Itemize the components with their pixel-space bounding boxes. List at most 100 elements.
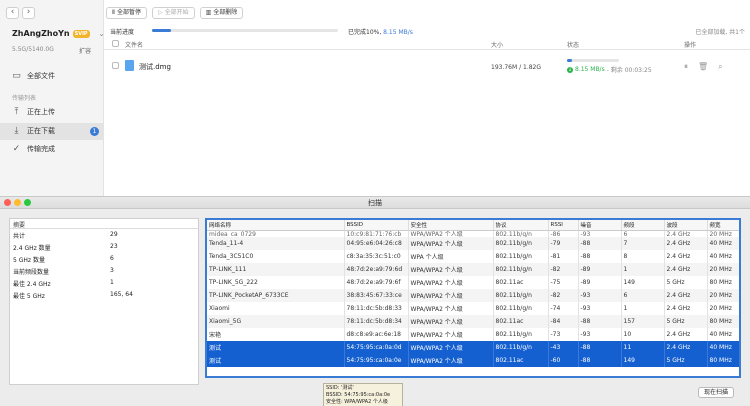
file-row[interactable]: 测试.dmg 193.76M / 1.82G ↓ 8.15 MB/s - 剩余 … — [104, 56, 750, 76]
chevron-down-icon[interactable]: ⌄ — [99, 30, 105, 38]
table-row[interactable]: Xiaomi_5G 78:11:dc:5b:d8:34 WPA/WPA2 个人级 80… — [207, 315, 739, 328]
start-all-label: 全部开始 — [164, 9, 189, 16]
table-cell: -60 — [548, 354, 579, 367]
table-cell: 802.11b/g/n — [493, 302, 549, 315]
summary-label: 最佳 2.4 GHz — [13, 281, 51, 288]
sidebar-item-uploading[interactable]: ⤒ 正在上传 — [12, 106, 56, 117]
progress-label: 当前进度 — [110, 29, 135, 36]
table-cell: 2.4 GHz — [664, 341, 708, 354]
table-cell: -93 — [578, 289, 622, 302]
table-row[interactable]: 测试 54:75:95:ca:0a:0d WPA/WPA2 个人级 802.11b/g… — [207, 341, 739, 354]
file-status: ↓ 8.15 MB/s - 剩余 00:03:25 — [567, 65, 652, 74]
table-cell: WPA/WPA2 个人级 — [408, 328, 494, 341]
column-header[interactable]: 频宽 — [707, 220, 739, 231]
forward-button[interactable]: › — [22, 7, 35, 19]
pause-all-button[interactable]: Ⅱ 全部暂停 — [106, 7, 147, 19]
scanner-titlebar: 扫描 — [0, 197, 750, 209]
table-row[interactable]: Tenda_3C51C0 c8:3a:35:3c:51:c0 WPA 个人级 802.… — [207, 250, 739, 263]
column-header[interactable]: 网络名称 — [207, 220, 345, 231]
nav-buttons: ‹ › — [6, 7, 35, 19]
overall-progress-fill — [152, 29, 171, 32]
summary-label: 最佳 5 GHz — [13, 293, 45, 300]
column-header[interactable]: BSSID — [344, 220, 409, 231]
start-all-button[interactable]: ▷ 全部开始 — [151, 7, 195, 19]
table-cell: WPA/WPA2 个人级 — [408, 315, 494, 328]
trash-icon[interactable]: 🗑 — [698, 62, 708, 72]
table-cell: 802.11b/g/n — [493, 263, 549, 276]
table-row[interactable]: 宋艳 d8:c8:e9:ac:6e:18 WPA/WPA2 个人级 802.11b/g… — [207, 328, 739, 341]
table-cell: -89 — [578, 263, 622, 276]
arrow-down-icon: ↓ — [567, 66, 573, 73]
upload-icon: ⤒ — [14, 106, 19, 117]
table-cell: 802.11b/g/n — [493, 289, 549, 302]
summary-row: 最佳 5 GHz 165, 64 — [10, 289, 198, 301]
table-row[interactable]: midea_ca_0729 10:c9:81:71:76:cb WPA/WPA2 个… — [207, 230, 739, 237]
table-cell: 40 MHz — [707, 328, 739, 341]
table-cell: 802.11ac — [493, 276, 549, 289]
table-cell: 40 MHz — [707, 250, 739, 263]
expand-storage-link[interactable]: 扩容 — [79, 46, 91, 55]
table-cell: WPA/WPA2 个人级 — [408, 302, 494, 315]
table-row[interactable]: Xiaomi 78:11:dc:5b:d8:33 WPA/WPA2 个人级 802.1… — [207, 302, 739, 315]
pause-icon[interactable]: ⏸ — [684, 62, 688, 72]
table-row[interactable]: TP-LINK_111 48:7d:2e:a9:79:6d WPA/WPA2 个人级… — [207, 263, 739, 276]
back-button[interactable]: ‹ — [6, 7, 19, 19]
rescan-button[interactable]: 现在扫描 — [698, 387, 735, 398]
table-cell: 40 MHz — [707, 341, 739, 354]
network-table[interactable]: 网络名称 BSSID 安全性 协议 RSSI 噪音 频段 波段 频宽 midea_ca_0729… — [205, 218, 741, 378]
user-account[interactable]: ZhAngZhoYn SVIP ⌄ — [12, 29, 104, 38]
table-cell: WPA/WPA2 个人级 — [408, 354, 494, 367]
file-checkbox[interactable] — [112, 62, 119, 69]
table-cell: WPA/WPA2 个人级 — [408, 341, 494, 354]
table-cell: -84 — [548, 315, 579, 328]
load-status: 已全部加载, 共1个 — [695, 29, 745, 36]
summary-header: 摘要 — [10, 219, 198, 229]
table-cell: 10 — [621, 328, 665, 341]
sidebar-item-all-files[interactable]: ▭ 全部文件 — [12, 71, 55, 81]
column-header[interactable]: 协议 — [493, 220, 549, 231]
file-actions: ⏸ 🗑 ⌕ — [684, 62, 723, 72]
summary-label: 2.4 GHz 数量 — [13, 245, 51, 252]
column-header[interactable]: 频段 — [621, 220, 665, 231]
table-cell: 测试 — [207, 354, 345, 367]
summary-row: 2.4 GHz 数量 23 — [10, 241, 198, 253]
table-cell: 38:83:45:67:33:ce — [344, 289, 409, 302]
table-row[interactable]: Tenda_11-4 04:95:e6:04:26:c8 WPA/WPA2 个人级 8… — [207, 237, 739, 250]
table-cell: 80 MHz — [707, 315, 739, 328]
column-header[interactable]: 波段 — [664, 220, 708, 231]
table-cell: 5 GHz — [664, 354, 708, 367]
table-cell: 11 — [621, 341, 665, 354]
table-cell: TP-LINK_111 — [207, 263, 345, 276]
table-cell: 48:7d:2e:a9:79:6f — [344, 276, 409, 289]
column-header[interactable]: 安全性 — [408, 220, 494, 231]
table-cell: 149 — [621, 276, 665, 289]
table-cell: -74 — [548, 302, 579, 315]
summary-row: 共计 29 — [10, 229, 198, 241]
table-row[interactable]: TP-LINK_5G_222 48:7d:2e:a9:79:6f WPA/WPA2 … — [207, 276, 739, 289]
column-header[interactable]: 噪音 — [578, 220, 622, 231]
table-cell: -73 — [548, 328, 579, 341]
table-cell: 2.4 GHz — [664, 230, 708, 237]
table-row[interactable]: TP-LINK_PocketAP_6733CE 38:83:45:67:33:ce… — [207, 289, 739, 302]
table-cell: 80 MHz — [707, 276, 739, 289]
select-all-checkbox[interactable] — [112, 40, 119, 47]
summary-row: 最佳 2.4 GHz 1 — [10, 277, 198, 289]
pause-all-label: 全部暂停 — [116, 9, 141, 16]
search-icon[interactable]: ⌕ — [718, 62, 722, 72]
table-cell: 1 — [621, 263, 665, 276]
table-cell: WPA 个人级 — [408, 250, 494, 263]
summary-row: 5 GHz 数量 6 — [10, 253, 198, 265]
table-cell: 7 — [621, 237, 665, 250]
delete-all-button[interactable]: ▥ 全部删除 — [199, 7, 244, 19]
summary-value: 165, 64 — [110, 291, 133, 298]
table-cell: 2.4 GHz — [664, 289, 708, 302]
sidebar-item-downloading[interactable]: ⤓ 正在下载 — [12, 126, 56, 136]
tooltip-ssid: SSID: '测试' — [326, 385, 354, 391]
table-cell: 48:7d:2e:a9:79:6d — [344, 263, 409, 276]
table-cell: 宋艳 — [207, 328, 345, 341]
check-circle-icon: ✓ — [12, 143, 21, 154]
column-header[interactable]: RSSI — [548, 220, 579, 231]
table-cell: 2.4 GHz — [664, 263, 708, 276]
sidebar-item-completed[interactable]: ✓ 传输完成 — [12, 144, 55, 154]
table-row[interactable]: 测试 54:75:95:ca:0a:0e WPA/WPA2 个人级 802.11ac -… — [207, 354, 739, 367]
